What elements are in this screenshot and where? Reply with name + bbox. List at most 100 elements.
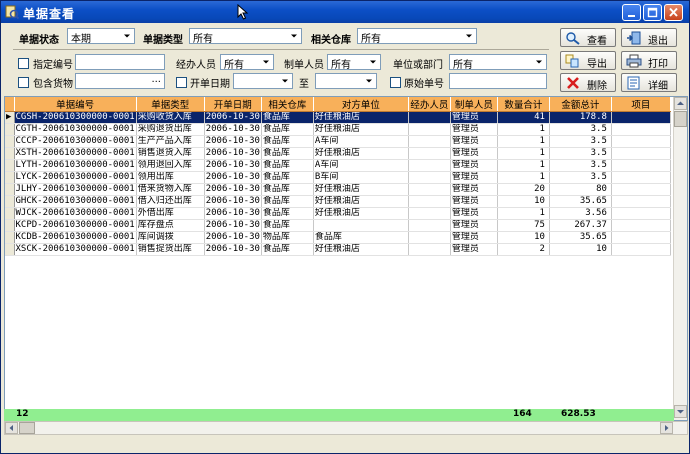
table-row[interactable]: CGTH-200610300000-0001 采购退货出库 2006-10-30 食品… bbox=[5, 123, 671, 136]
table-cell: 食品库 bbox=[261, 111, 314, 124]
col-header-handler[interactable]: 经办人员 bbox=[408, 97, 451, 112]
table-row[interactable]: CCCP-200610300000-0001 生产产品入库 2006-10-30 食品… bbox=[5, 135, 671, 148]
table-cell: 食品库 bbox=[261, 159, 314, 172]
doc-type-select[interactable]: 所有 bbox=[189, 28, 302, 45]
doc-status-label: 单据状态 bbox=[19, 35, 59, 46]
window-title: 单据查看 bbox=[23, 7, 76, 21]
detail-button[interactable]: 详细 bbox=[621, 73, 677, 92]
exit-button[interactable]: 退出 bbox=[621, 28, 677, 47]
table-cell bbox=[408, 195, 451, 208]
table-cell: 3.5 bbox=[549, 123, 612, 136]
row-indicator[interactable] bbox=[5, 183, 15, 196]
table-cell: 食品库 bbox=[261, 195, 314, 208]
col-header-date[interactable]: 开单日期 bbox=[204, 97, 262, 112]
view-button[interactable]: 查看 bbox=[560, 28, 616, 47]
minimize-button[interactable] bbox=[622, 4, 641, 21]
delete-button[interactable]: 删除 bbox=[560, 73, 616, 92]
unit-select[interactable]: 所有 bbox=[449, 54, 547, 71]
maker-select[interactable]: 所有 bbox=[327, 54, 381, 71]
include-goods-checkbox[interactable] bbox=[18, 77, 29, 88]
table-row[interactable]: XSTH-200610300000-0001 销售退货入库 2006-10-30 食品… bbox=[5, 147, 671, 160]
vertical-scroll-thumb[interactable] bbox=[674, 111, 687, 127]
table-cell: 外借出库 bbox=[136, 207, 205, 220]
original-no-label: 原始单号 bbox=[404, 79, 444, 90]
row-indicator[interactable] bbox=[5, 195, 15, 208]
row-indicator[interactable] bbox=[5, 159, 15, 172]
table-row[interactable]: JLHY-200610300000-0001 借来货物入库 2006-10-30 食品… bbox=[5, 183, 671, 196]
table-cell: XSCK-200610300000-0001 bbox=[14, 243, 137, 256]
table-cell bbox=[611, 231, 671, 244]
row-indicator[interactable] bbox=[5, 243, 15, 256]
title-bar[interactable]: 单据查看 bbox=[1, 1, 689, 23]
col-header-qty-total[interactable]: 数量合计 bbox=[497, 97, 550, 112]
export-button[interactable]: 导出 bbox=[560, 51, 616, 70]
vertical-scrollbar[interactable] bbox=[673, 97, 687, 420]
documents-grid[interactable]: 单据编号 单据类型 开单日期 相关仓库 对方单位 经办人员 制单人员 数量合计 … bbox=[4, 96, 688, 421]
date-to-picker[interactable] bbox=[315, 73, 377, 89]
col-header-doc-no[interactable]: 单据编号 bbox=[14, 97, 137, 112]
table-row[interactable]: XSCK-200610300000-0001 销售提货出库 2006-10-30 食品… bbox=[5, 243, 671, 256]
table-row[interactable]: LYTH-200610300000-0001 领用退回入库 2006-10-30 食品… bbox=[5, 159, 671, 172]
handler-select[interactable]: 所有 bbox=[220, 54, 274, 71]
col-header-project[interactable]: 项目 bbox=[611, 97, 671, 112]
date-checkbox[interactable] bbox=[176, 77, 187, 88]
warehouse-value: 所有 bbox=[361, 34, 381, 45]
col-header-amount-total[interactable]: 金额总计 bbox=[549, 97, 612, 112]
scroll-left-button[interactable] bbox=[5, 422, 18, 434]
table-cell: 2 bbox=[497, 243, 550, 256]
table-cell bbox=[611, 171, 671, 184]
browse-ellipsis[interactable]: ... bbox=[151, 74, 161, 85]
col-header-counterparty[interactable]: 对方单位 bbox=[313, 97, 409, 112]
maximize-button[interactable] bbox=[643, 4, 662, 21]
specify-no-checkbox[interactable] bbox=[18, 58, 29, 69]
date-from-picker[interactable] bbox=[233, 73, 293, 89]
col-header-warehouse[interactable]: 相关仓库 bbox=[261, 97, 314, 112]
scroll-up-button[interactable] bbox=[674, 97, 687, 110]
warehouse-select[interactable]: 所有 bbox=[357, 28, 477, 45]
table-cell bbox=[611, 183, 671, 196]
doc-status-select[interactable]: 本期 bbox=[67, 28, 135, 45]
date-label: 开单日期 bbox=[190, 79, 230, 90]
export-icon bbox=[565, 54, 579, 68]
table-cell: LYCK-200610300000-0001 bbox=[14, 171, 137, 184]
table-cell: 采购退货出库 bbox=[136, 123, 205, 136]
table-row[interactable]: KCDB-200610300000-0001 库间调拨 2006-10-30 物品库食… bbox=[5, 231, 671, 244]
row-indicator[interactable] bbox=[5, 231, 15, 244]
include-goods-input[interactable]: ... bbox=[75, 73, 165, 89]
table-cell bbox=[611, 123, 671, 136]
row-indicator[interactable] bbox=[5, 219, 15, 232]
scroll-down-button[interactable] bbox=[674, 405, 687, 418]
table-cell: 80 bbox=[549, 183, 612, 196]
specify-no-input[interactable] bbox=[75, 54, 165, 70]
table-cell bbox=[408, 123, 451, 136]
original-no-checkbox[interactable] bbox=[390, 77, 401, 88]
original-no-input[interactable] bbox=[449, 73, 547, 89]
scroll-right-button[interactable] bbox=[660, 422, 673, 434]
table-row[interactable]: ▶ CGSH-200610300000-0001 采购收货入库 2006-10-30 食… bbox=[5, 111, 671, 124]
documents-table-body: ▶ CGSH-200610300000-0001 采购收货入库 2006-10-30 食… bbox=[5, 111, 671, 256]
table-cell bbox=[408, 111, 451, 124]
horizontal-scroll-thumb[interactable] bbox=[19, 422, 35, 434]
table-row[interactable]: GHCK-200610300000-0001 借入归还出库 2006-10-30 食品… bbox=[5, 195, 671, 208]
row-indicator[interactable] bbox=[5, 135, 15, 148]
table-cell: 2006-10-30 bbox=[204, 207, 262, 220]
row-indicator[interactable] bbox=[5, 123, 15, 136]
row-indicator[interactable] bbox=[5, 171, 15, 184]
col-header-doc-type[interactable]: 单据类型 bbox=[136, 97, 205, 112]
row-indicator[interactable]: ▶ bbox=[5, 111, 15, 124]
col-header-maker[interactable]: 制单人员 bbox=[450, 97, 498, 112]
horizontal-scrollbar[interactable] bbox=[4, 421, 688, 435]
close-button[interactable] bbox=[664, 4, 683, 21]
row-indicator[interactable] bbox=[5, 207, 15, 220]
table-row[interactable]: WJCK-200610300000-0001 外借出库 2006-10-30 食品库好… bbox=[5, 207, 671, 220]
maximize-icon bbox=[647, 7, 658, 18]
document-viewer-window: 单据查看 单据状态 本期 单据类型 所有 相关仓库 所有 指定编号 经办人员 所… bbox=[0, 0, 690, 454]
table-cell: 库间调拨 bbox=[136, 231, 205, 244]
table-cell bbox=[408, 135, 451, 148]
table-row[interactable]: KCPD-200610300000-0001 库存盘点 2006-10-30 食品库 管… bbox=[5, 219, 671, 232]
table-cell: GHCK-200610300000-0001 bbox=[14, 195, 137, 208]
row-indicator[interactable] bbox=[5, 147, 15, 160]
footer-row-count: 12 bbox=[16, 409, 29, 419]
print-button[interactable]: 打印 bbox=[621, 51, 677, 70]
table-row[interactable]: LYCK-200610300000-0001 领用出库 2006-10-30 食品库 B… bbox=[5, 171, 671, 184]
